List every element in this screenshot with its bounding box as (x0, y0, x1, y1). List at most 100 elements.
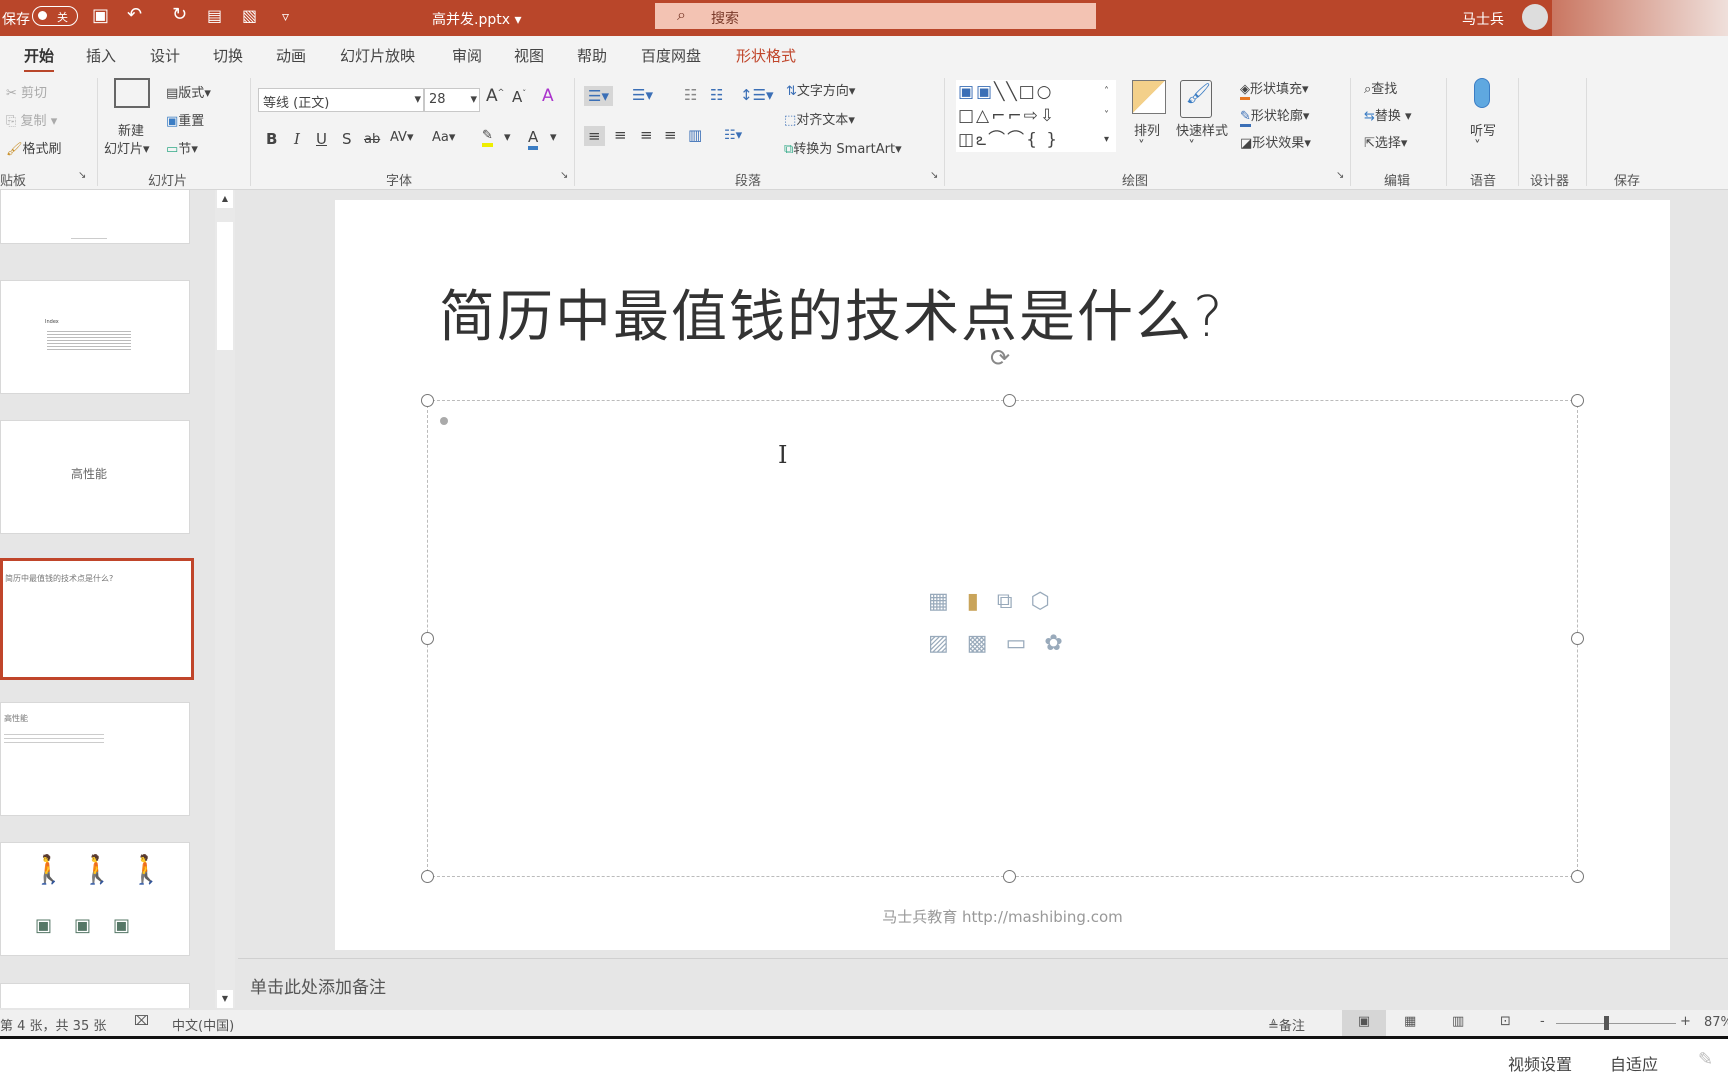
shrink-font-icon[interactable]: Aˇ (512, 88, 526, 106)
reset-button[interactable]: ▣重置 (166, 110, 204, 129)
grow-font-icon[interactable]: A^ (486, 86, 504, 106)
columns-icon[interactable]: ☷▾ (724, 128, 742, 143)
rotate-handle-icon[interactable]: ⟳ (990, 344, 1010, 372)
line-shape-icon[interactable]: ╲╲□○ (994, 82, 1053, 102)
pen-icon[interactable]: ✎ (1698, 1049, 1713, 1070)
tab-review[interactable]: 审阅 (452, 45, 482, 66)
resize-handle[interactable] (421, 632, 434, 645)
textbox-icon[interactable]: ▧ (242, 6, 257, 25)
video-settings-button[interactable]: 视频设置 (1508, 1051, 1572, 1075)
clear-formatting-icon[interactable]: A (542, 86, 554, 106)
slide-thumbnail[interactable] (0, 190, 190, 244)
tab-view[interactable]: 视图 (514, 45, 544, 66)
select-button[interactable]: ⇱选择▾ (1364, 132, 1407, 151)
slide-thumbnail[interactable]: 高性能 (0, 702, 190, 816)
language-indicator[interactable]: 中文(中国) (172, 1015, 234, 1034)
align-center-icon[interactable]: ≡ (614, 126, 627, 144)
new-slide-dropdown[interactable]: 幻灯片▾ (104, 138, 150, 157)
fit-button[interactable]: 自适应 (1610, 1051, 1658, 1075)
chevron-down-icon[interactable]: ▾ (504, 130, 511, 145)
scroll-up-icon[interactable]: ▲ (217, 190, 233, 208)
microphone-icon[interactable] (1474, 78, 1490, 108)
shape-effects-button[interactable]: ◪形状效果▾ (1240, 132, 1311, 151)
italic-button[interactable]: I (294, 130, 300, 148)
insert-chart-icon[interactable]: ▮ (967, 589, 997, 614)
tab-home[interactable]: 开始 (24, 45, 55, 73)
resize-handle[interactable] (1571, 632, 1584, 645)
replace-button[interactable]: ⇆替换 ▾ (1364, 105, 1412, 124)
slide-thumbnail[interactable]: Index (0, 280, 190, 394)
shape-fill-button[interactable]: ◈形状填充▾ (1240, 78, 1309, 100)
insert-3d-model-icon[interactable]: ⬡ (1031, 589, 1068, 614)
slide-thumbnail[interactable]: 🚶🚶🚶 ▣▣▣ (0, 842, 190, 956)
layout-button[interactable]: ▤版式▾ (166, 82, 211, 101)
insert-table-icon[interactable]: ▦ (928, 589, 967, 614)
search-input[interactable]: ⌕ 搜索 (655, 3, 1096, 29)
zoom-slider[interactable] (1556, 1023, 1676, 1024)
avatar[interactable] (1522, 4, 1548, 30)
align-text-button[interactable]: ⬚对齐文本▾ (784, 109, 855, 128)
chevron-down-icon[interactable]: ▾ (550, 130, 557, 145)
justify-icon[interactable]: ≡ (664, 126, 677, 144)
dialog-launcher-icon[interactable]: ↘ (930, 170, 938, 181)
decrease-indent-icon[interactable]: ☷ (684, 86, 697, 104)
align-left-icon[interactable]: ≡ (584, 126, 605, 146)
tab-baidu-netdisk[interactable]: 百度网盘 (641, 45, 701, 66)
insert-smartart-icon[interactable]: ⧉ (997, 589, 1031, 614)
scroll-thumb[interactable] (217, 222, 233, 350)
save-icon[interactable]: ▣ (92, 5, 109, 26)
resize-handle[interactable] (421, 870, 434, 883)
shapes-gallery[interactable]: ▣▣╲╲□○ □△⌐⌐⇨⇩ ◫ఽ⌒⌒{ } (956, 80, 1116, 152)
resize-handle[interactable] (1003, 394, 1016, 407)
dictate-button[interactable]: 听写 ˅ (1470, 120, 1496, 154)
format-painter-button[interactable]: 🖌格式刷 (6, 138, 62, 157)
quick-styles-icon[interactable]: 🖌 (1180, 80, 1212, 118)
content-placeholder[interactable]: I ▦▮⧉⬡ ▨▩▭✿ (427, 400, 1578, 877)
quick-styles-button[interactable]: 快速样式 ˅ (1176, 120, 1228, 154)
resize-handle[interactable] (1571, 394, 1584, 407)
tab-animations[interactable]: 动画 (276, 45, 306, 66)
find-button[interactable]: ⌕查找 (1364, 78, 1397, 97)
freeform-shape-icon[interactable]: ◫ఽ⌒⌒{ } (958, 130, 1059, 150)
undo-icon[interactable]: ↶ (127, 4, 142, 25)
dialog-launcher-icon[interactable]: ↘ (1336, 170, 1344, 181)
scroll-down-icon[interactable]: ▼ (217, 990, 233, 1008)
spell-check-icon[interactable]: ⌧ (134, 1014, 149, 1029)
dialog-launcher-icon[interactable]: ↘ (78, 170, 86, 181)
slide-sorter-icon[interactable]: ▦ (1404, 1014, 1416, 1029)
shape-outline-button[interactable]: ✎形状轮廓▾ (1240, 105, 1309, 127)
thumbnails-scrollbar[interactable]: ▲ ▼ (215, 190, 235, 1008)
gallery-scroll[interactable]: ˄ ˅ ▾ (1104, 80, 1109, 152)
user-name[interactable]: 马士兵 (1462, 9, 1504, 29)
slideshow-view-icon[interactable]: ⊡ (1500, 1014, 1511, 1029)
resize-handle[interactable] (421, 394, 434, 407)
strikethrough-button[interactable]: ab (364, 132, 380, 147)
bullets-icon[interactable]: ☰▾ (584, 86, 613, 106)
underline-button[interactable]: U (316, 130, 327, 148)
new-slide-label[interactable]: 新建 (118, 120, 144, 139)
arrange-button[interactable]: 排列 ˅ (1134, 120, 1160, 154)
tab-insert[interactable]: 插入 (86, 45, 116, 66)
slide-thumbnail[interactable]: 高性能 (0, 420, 190, 534)
font-name-select[interactable]: 等线 (正文) ▾ (258, 88, 424, 112)
slide-thumbnail-selected[interactable]: 简历中最值钱的技术点是什么? (0, 558, 194, 680)
distributed-icon[interactable]: ▥ (688, 126, 702, 144)
increase-indent-icon[interactable]: ☷ (710, 86, 723, 104)
autosave-toggle[interactable]: 关 (32, 6, 78, 26)
customize-qat-icon[interactable]: ▿ (282, 9, 289, 25)
align-right-icon[interactable]: ≡ (640, 126, 653, 144)
resize-handle[interactable] (1003, 870, 1016, 883)
tab-shape-format[interactable]: 形状格式 (736, 45, 796, 66)
zoom-out-icon[interactable]: - (1540, 1014, 1545, 1029)
change-case-button[interactable]: Aa▾ (432, 130, 455, 145)
font-color-icon[interactable]: A (528, 128, 539, 150)
dialog-launcher-icon[interactable]: ↘ (560, 170, 568, 181)
notes-button[interactable]: ≜备注 (1268, 1015, 1305, 1034)
tab-help[interactable]: 帮助 (577, 45, 607, 66)
smartart-button[interactable]: ⧉转换为 SmartArt▾ (784, 138, 902, 157)
font-size-select[interactable]: 28 ▾ (424, 88, 480, 112)
tab-slideshow[interactable]: 幻灯片放映 (340, 45, 415, 66)
zoom-slider-thumb[interactable] (1604, 1016, 1609, 1030)
char-spacing-button[interactable]: AV▾ (390, 130, 414, 145)
insert-online-picture-icon[interactable]: ▩ (967, 631, 1006, 656)
